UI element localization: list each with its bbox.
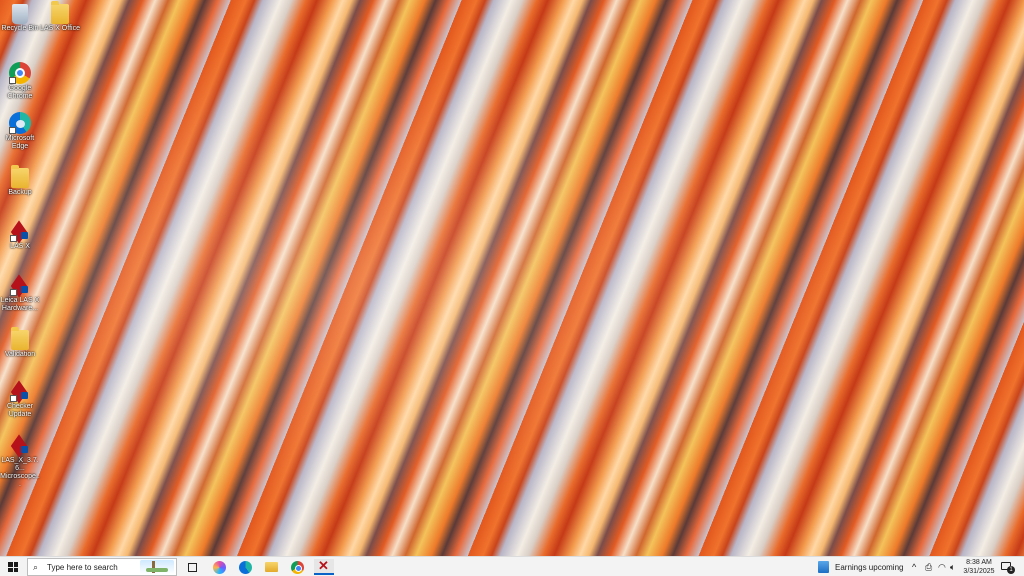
copilot-icon <box>212 560 226 574</box>
folder-icon <box>11 327 29 350</box>
desktop-icon-label: Google Chrome <box>7 85 33 100</box>
task-view-button[interactable] <box>184 559 200 575</box>
network-icon[interactable]: ◠ <box>938 560 946 574</box>
desktop-icon-las-x-office[interactable]: LAS X Office <box>40 1 80 33</box>
desktop-icon-label: Backup <box>8 189 32 196</box>
search-icon: ⌕ <box>33 561 39 572</box>
desktop-wallpaper <box>0 0 1024 556</box>
search-input[interactable] <box>47 562 135 572</box>
taskbar-search[interactable]: ⌕ <box>27 558 177 576</box>
news-widget[interactable]: Earnings upcoming <box>818 559 903 575</box>
installer-icon <box>10 436 30 456</box>
start-button[interactable] <box>4 559 22 575</box>
edge-icon <box>9 112 31 134</box>
desktop-icon-label: LAS X Office <box>40 25 80 32</box>
desktop-icon-label: Checker Update <box>6 403 34 418</box>
desktop-icon-label: LAS X <box>10 243 30 250</box>
taskbar-edge-button[interactable] <box>236 559 254 575</box>
chrome-icon <box>9 62 31 84</box>
edge-icon <box>238 560 252 574</box>
taskbar: ⌕ Earnings upcoming ^ ⎙ ◠ 🔈︎ 8:38 AM 3/3… <box>0 556 1024 576</box>
checker-update-icon <box>10 382 30 402</box>
taskbar-las-x-button[interactable] <box>314 558 334 575</box>
tray-app-icon[interactable]: ⎙ <box>925 560 932 574</box>
volume-icon[interactable]: 🔈︎ <box>950 560 955 574</box>
system-clock[interactable]: 8:38 AM 3/31/2025 <box>963 558 995 576</box>
desktop-icon-label: Microsoft Edge <box>5 135 35 150</box>
clock-date: 3/31/2025 <box>963 568 995 575</box>
folder-icon <box>11 165 29 188</box>
las-x-icon <box>318 558 330 574</box>
desktop-icon-backup[interactable]: Backup <box>0 165 40 197</box>
desktop-icon-label: LAS_X_3.7.6... Microscope... <box>0 457 40 488</box>
desktop-icon-label: Leica LAS X Hardware... <box>0 297 40 312</box>
desktop-icon-leica-hardware[interactable]: Leica LAS X Hardware... <box>0 276 40 313</box>
search-highlight-image <box>140 560 174 574</box>
news-icon <box>818 561 829 573</box>
chrome-icon <box>290 560 304 574</box>
desktop-icon-las-x[interactable]: LAS X <box>0 222 40 251</box>
desktop-icon-label: Validation <box>4 351 36 358</box>
desktop-icon-google-chrome[interactable]: Google Chrome <box>0 62 40 101</box>
desktop-icon-microsoft-edge[interactable]: Microsoft Edge <box>0 112 40 151</box>
file-explorer-icon <box>264 562 278 572</box>
notification-count-badge: 1 <box>1007 566 1015 574</box>
desktop-icon-las-x-installer[interactable]: LAS_X_3.7.6... Microscope... <box>0 436 40 489</box>
folder-icon <box>51 1 69 24</box>
taskbar-file-explorer-button[interactable] <box>262 559 280 575</box>
desktop-icon-validation[interactable]: Validation <box>0 327 40 359</box>
news-headline: Earnings upcoming <box>835 562 904 572</box>
leica-hardware-icon <box>10 276 30 296</box>
copilot-button[interactable] <box>210 559 228 575</box>
windows-logo-icon <box>8 562 18 572</box>
recycle-bin-icon <box>12 4 28 24</box>
desktop-icon-label: Recycle Bin <box>1 25 39 32</box>
show-hidden-icons-chevron-icon[interactable]: ^ <box>912 560 916 574</box>
taskbar-chrome-button[interactable] <box>288 559 306 575</box>
desktop-icon-recycle-bin[interactable]: Recycle Bin <box>0 4 40 33</box>
notification-center-button[interactable]: 1 <box>1000 560 1015 574</box>
clock-time: 8:38 AM <box>966 559 992 566</box>
task-view-icon <box>187 562 197 572</box>
desktop-icon-checker-update[interactable]: Checker Update <box>0 382 40 419</box>
las-x-app-icon <box>10 222 30 242</box>
